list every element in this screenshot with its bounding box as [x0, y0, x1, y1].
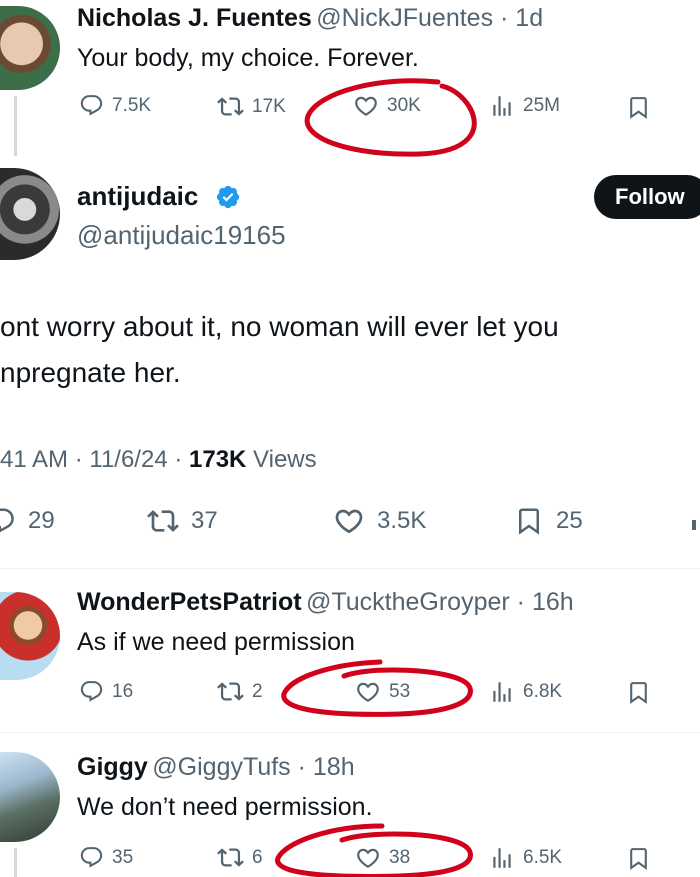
like-icon	[333, 505, 365, 537]
views-label: Views	[246, 446, 317, 473]
timestamp[interactable]: 18h	[313, 753, 355, 781]
author-name[interactable]: Giggy	[77, 753, 148, 781]
retweet-button[interactable]: 6	[217, 844, 263, 871]
reply-button[interactable]: 16	[79, 679, 133, 704]
like-button[interactable]: 30K	[353, 93, 421, 119]
thread-connector	[14, 848, 17, 877]
bookmark-icon	[514, 505, 544, 537]
divider	[0, 732, 700, 733]
separator: ·	[493, 4, 516, 32]
author-handle[interactable]: @antijudaic19165	[77, 220, 286, 251]
retweet-icon	[217, 678, 244, 705]
reply-icon	[0, 506, 16, 536]
like-icon	[355, 845, 381, 871]
like-button[interactable]: 3.5K	[333, 505, 426, 537]
timestamp[interactable]: 1d	[515, 4, 543, 32]
tweet-text-line-1: ont worry about it, no woman will ever l…	[0, 311, 559, 342]
bookmark-icon	[626, 95, 651, 120]
separator: ·	[167, 446, 189, 473]
like-count: 53	[389, 681, 411, 702]
views-count: 6.5K	[523, 847, 563, 868]
author-handle[interactable]: @GiggyTufs	[152, 753, 290, 781]
retweet-icon	[217, 844, 244, 871]
retweet-icon	[217, 93, 244, 120]
post-time[interactable]: 41 AM	[0, 446, 68, 473]
tweet-header: WonderPetsPatriot @TucktheGroyper · 16h	[77, 588, 574, 617]
like-button[interactable]: 53	[355, 679, 410, 705]
reply-button[interactable]: 35	[79, 845, 133, 870]
author-name[interactable]: antijudaic	[77, 181, 198, 212]
bookmark-icon	[626, 680, 651, 705]
views-count: 173K	[189, 446, 247, 473]
follow-button[interactable]: Follow	[594, 175, 700, 219]
reply-count: 29	[28, 507, 55, 534]
annotation-overlay	[275, 78, 477, 877]
reply-icon	[79, 845, 104, 870]
reply-button[interactable]: 7.5K	[79, 93, 151, 118]
bookmark-icon	[626, 846, 651, 871]
separator: ·	[290, 753, 313, 781]
like-count: 38	[389, 847, 411, 868]
timestamp[interactable]: 16h	[532, 588, 574, 616]
retweet-count: 2	[252, 680, 263, 702]
bookmark-button[interactable]	[626, 680, 651, 705]
reply-button[interactable]: 29	[0, 506, 55, 536]
author-name[interactable]: Nicholas J. Fuentes	[77, 4, 312, 32]
separator: ·	[68, 446, 90, 473]
reply-icon	[79, 679, 104, 704]
retweet-button[interactable]: 2	[217, 678, 263, 705]
retweet-count: 37	[191, 507, 218, 534]
views-icon	[489, 845, 515, 871]
like-icon	[355, 679, 381, 705]
bookmark-button[interactable]: 25	[514, 505, 583, 537]
bookmark-button[interactable]	[626, 846, 651, 871]
verified-badge-icon	[216, 185, 240, 209]
views-icon	[489, 93, 515, 119]
author-handle[interactable]: @NickJFuentes	[316, 4, 493, 32]
tweet-header: Giggy @GiggyTufs · 18h	[77, 753, 355, 782]
bookmark-count: 25	[556, 507, 583, 534]
author-name[interactable]: WonderPetsPatriot	[77, 588, 302, 616]
views-icon	[489, 679, 515, 705]
views-button[interactable]: 6.5K	[489, 845, 562, 871]
tweet-text-line-2: npregnate her.	[0, 357, 181, 388]
divider	[0, 568, 700, 569]
retweet-icon	[147, 505, 179, 537]
reply-icon	[79, 93, 104, 118]
tweet-text: Your body, my choice. Forever.	[77, 44, 419, 72]
share-icon-partial[interactable]	[692, 520, 696, 530]
reply-count: 16	[112, 680, 134, 702]
like-count: 30K	[387, 95, 421, 116]
like-icon	[353, 93, 379, 119]
avatar[interactable]	[0, 168, 60, 260]
separator: ·	[509, 588, 532, 616]
retweet-count: 6	[252, 846, 263, 868]
tweet-meta: 41 AM · 11/6/24 · 173K Views	[0, 446, 317, 474]
like-button[interactable]: 38	[355, 845, 410, 871]
reply-count: 35	[112, 846, 134, 868]
like-count: 3.5K	[377, 507, 427, 534]
views-button[interactable]: 6.8K	[489, 679, 562, 705]
views-count: 25M	[523, 95, 560, 116]
bookmark-button[interactable]	[626, 95, 651, 120]
tweet-text: As if we need permission	[77, 628, 355, 656]
views-count: 6.8K	[523, 681, 563, 702]
views-button[interactable]: 25M	[489, 93, 560, 119]
tweet-text: We don’t need permission.	[77, 793, 373, 821]
reply-count: 7.5K	[112, 94, 152, 116]
author-handle[interactable]: @TucktheGroyper	[306, 588, 510, 616]
avatar[interactable]	[0, 6, 60, 90]
thread-connector	[14, 96, 17, 156]
avatar[interactable]	[0, 592, 60, 680]
retweet-button[interactable]: 37	[147, 505, 218, 537]
post-date[interactable]: 11/6/24	[89, 446, 167, 473]
retweet-count: 17K	[252, 95, 286, 117]
tweet-header: Nicholas J. Fuentes @NickJFuentes · 1d	[77, 4, 543, 33]
avatar[interactable]	[0, 752, 60, 842]
retweet-button[interactable]: 17K	[217, 93, 286, 120]
